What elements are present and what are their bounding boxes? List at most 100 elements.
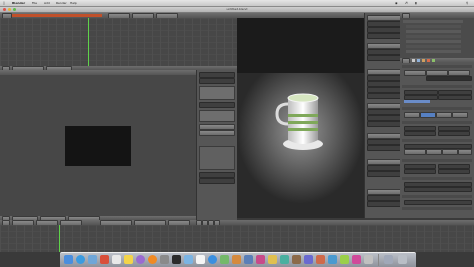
app-icon[interactable] bbox=[292, 255, 301, 264]
object-tab-icon[interactable] bbox=[427, 59, 430, 62]
stamp-field[interactable] bbox=[404, 200, 472, 205]
app-icon[interactable] bbox=[304, 255, 313, 264]
mug-rim bbox=[287, 93, 319, 103]
properties-section-dimensions[interactable] bbox=[402, 85, 472, 88]
app-icon[interactable] bbox=[232, 255, 241, 264]
shelf-field-3[interactable] bbox=[199, 102, 235, 108]
viewport-render-svg bbox=[237, 73, 364, 218]
settings-icon[interactable] bbox=[160, 255, 169, 264]
shading-field-4[interactable] bbox=[438, 131, 470, 136]
menu-file[interactable]: File bbox=[32, 1, 37, 5]
render-image-button[interactable] bbox=[404, 70, 426, 76]
app-icon[interactable] bbox=[328, 255, 337, 264]
outliner-row[interactable] bbox=[403, 20, 463, 23]
aa-16-button[interactable] bbox=[452, 112, 468, 118]
npanel-field-12[interactable] bbox=[367, 121, 401, 127]
aa-5-button[interactable] bbox=[404, 112, 420, 118]
properties-section-bake[interactable] bbox=[402, 207, 472, 210]
timeline[interactable] bbox=[0, 225, 474, 252]
resolution-percent-slider[interactable] bbox=[404, 100, 430, 103]
npanel-field-9[interactable] bbox=[367, 93, 401, 99]
wifi-icon[interactable]: ◉ bbox=[395, 1, 398, 5]
app-icon[interactable] bbox=[352, 255, 361, 264]
tiles-y-field[interactable] bbox=[438, 169, 470, 174]
battery-icon[interactable]: ▮ bbox=[415, 1, 417, 5]
shading-field-3[interactable] bbox=[404, 131, 436, 136]
viewport-n-panel bbox=[364, 13, 401, 218]
menu-blender[interactable]: Blender bbox=[12, 1, 25, 5]
rgb-button[interactable] bbox=[442, 149, 458, 155]
downloads-icon[interactable] bbox=[384, 255, 393, 264]
npanel-field-5[interactable] bbox=[367, 55, 401, 61]
properties-section-output[interactable] bbox=[402, 139, 472, 142]
outliner-row[interactable] bbox=[406, 30, 461, 33]
properties-section-stamp[interactable] bbox=[402, 195, 472, 198]
scene-selector[interactable] bbox=[12, 14, 102, 17]
outliner-row[interactable] bbox=[406, 40, 461, 43]
outliner-row[interactable] bbox=[406, 35, 461, 38]
preview-icon[interactable] bbox=[184, 255, 193, 264]
app-icon[interactable] bbox=[244, 255, 253, 264]
material-tab-icon[interactable] bbox=[432, 59, 435, 62]
playhead-marker[interactable] bbox=[88, 18, 89, 66]
app-icon[interactable] bbox=[256, 255, 265, 264]
properties-section-shading[interactable] bbox=[402, 121, 472, 124]
menu-add[interactable]: Add bbox=[44, 1, 50, 5]
aa-11-button[interactable] bbox=[436, 112, 452, 118]
rgba-button[interactable] bbox=[458, 149, 472, 155]
shelf-field-2[interactable] bbox=[199, 78, 235, 84]
appstore-icon[interactable] bbox=[208, 255, 217, 264]
maps-icon[interactable] bbox=[220, 255, 229, 264]
app-icon[interactable] bbox=[268, 255, 277, 264]
frame-end-field[interactable] bbox=[438, 95, 472, 100]
aa-8-button[interactable] bbox=[420, 112, 436, 118]
terminal-icon[interactable] bbox=[172, 255, 181, 264]
menu-render[interactable]: Render bbox=[56, 1, 67, 5]
outliner-row[interactable] bbox=[406, 45, 461, 48]
file-format-button[interactable] bbox=[404, 149, 426, 155]
menu-help[interactable]: Help bbox=[70, 1, 77, 5]
npanel-field-16[interactable] bbox=[367, 171, 401, 177]
finder-icon[interactable] bbox=[64, 255, 73, 264]
render-tab-icon[interactable] bbox=[412, 59, 415, 62]
calendar-icon[interactable] bbox=[112, 255, 121, 264]
app-icon[interactable] bbox=[340, 255, 349, 264]
mail-icon[interactable] bbox=[88, 255, 97, 264]
memory-field[interactable] bbox=[404, 169, 436, 174]
app-icon[interactable] bbox=[364, 255, 373, 264]
npanel-field-14[interactable] bbox=[367, 145, 401, 151]
image-editor-canvas[interactable] bbox=[0, 75, 196, 216]
npanel-field-18[interactable] bbox=[367, 201, 401, 207]
outliner-row[interactable] bbox=[406, 50, 461, 53]
spotlight-icon[interactable]: ⚲ bbox=[466, 1, 468, 5]
scene-tab-icon[interactable] bbox=[417, 59, 420, 62]
app-icon[interactable] bbox=[280, 255, 289, 264]
shelf-button-2[interactable] bbox=[199, 130, 235, 136]
properties-section-antialiasing[interactable] bbox=[402, 107, 472, 110]
timeline-playhead[interactable] bbox=[59, 225, 60, 252]
properties-section-postprocessing[interactable] bbox=[402, 177, 472, 180]
npanel-field-3[interactable] bbox=[367, 33, 401, 39]
properties-section-render[interactable] bbox=[402, 65, 472, 68]
display-mode-select[interactable] bbox=[426, 76, 472, 81]
properties-section-performance[interactable] bbox=[402, 159, 472, 162]
window-title: untitled.blend bbox=[226, 7, 248, 11]
shelf-swatch[interactable] bbox=[199, 86, 235, 100]
trash-icon[interactable] bbox=[398, 255, 407, 264]
post-field-2[interactable] bbox=[404, 187, 472, 192]
apple-menu-icon[interactable]:  bbox=[3, 1, 5, 5]
bw-button[interactable] bbox=[426, 149, 442, 155]
graph-editor[interactable] bbox=[0, 18, 237, 66]
outliner-row[interactable] bbox=[406, 25, 461, 28]
3d-viewport[interactable] bbox=[237, 18, 364, 218]
safari-icon[interactable] bbox=[76, 255, 85, 264]
itunes-icon[interactable] bbox=[136, 255, 145, 264]
blender-icon[interactable] bbox=[148, 255, 157, 264]
volume-icon[interactable]: ♬ bbox=[405, 1, 408, 5]
app-icon[interactable] bbox=[316, 255, 325, 264]
world-tab-icon[interactable] bbox=[422, 59, 425, 62]
textedit-icon[interactable] bbox=[196, 255, 205, 264]
photos-icon[interactable] bbox=[100, 255, 109, 264]
shelf-field-5[interactable] bbox=[199, 178, 235, 184]
notes-icon[interactable] bbox=[124, 255, 133, 264]
